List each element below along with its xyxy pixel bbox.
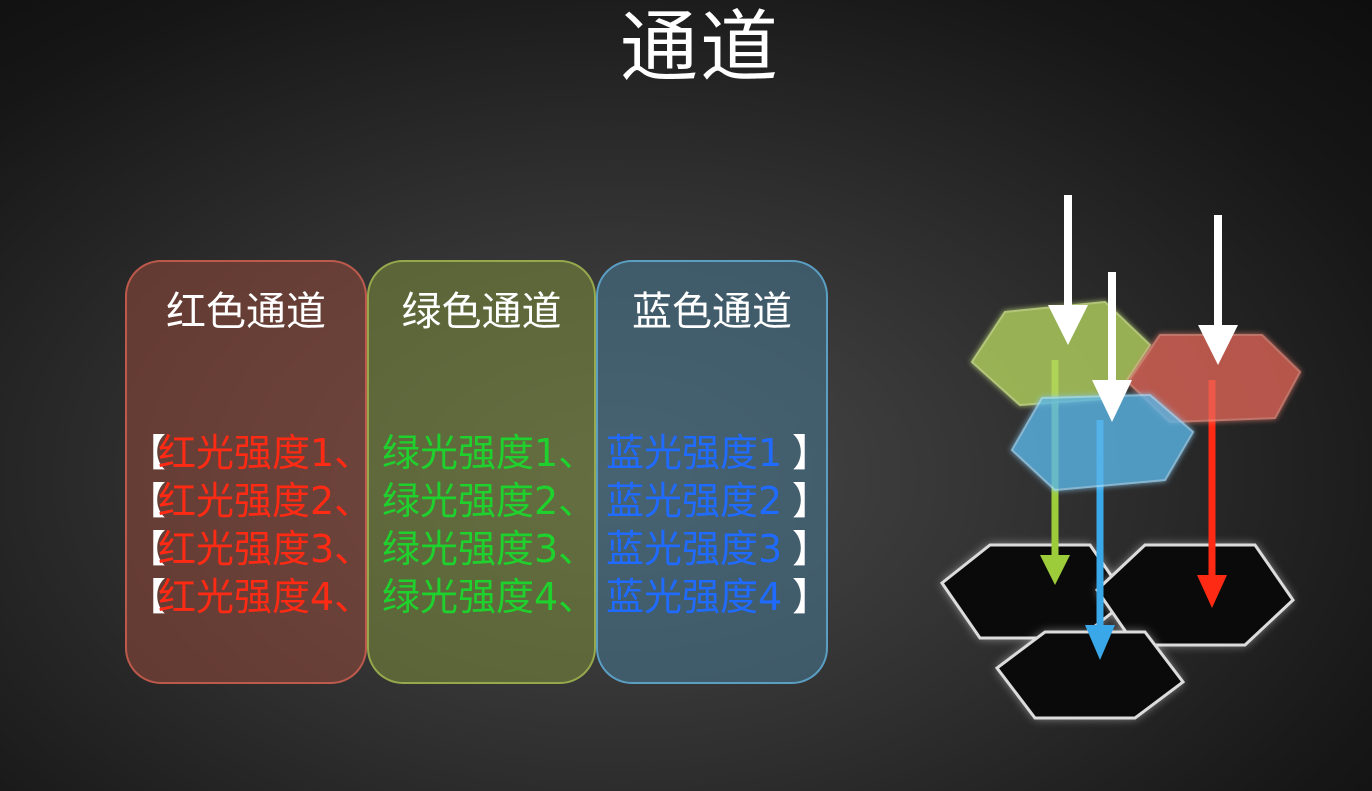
- blue-channel-title: 蓝色通道: [632, 289, 792, 335]
- red-intensity: 红光强度4、: [158, 575, 373, 619]
- red-intensity: 红光强度3、: [158, 527, 373, 571]
- page-title: 通道: [619, 3, 780, 93]
- sensor-cell: [994, 630, 1186, 720]
- close-bracket: 】: [792, 431, 831, 475]
- green-intensity: 绿光强度2、: [382, 479, 597, 523]
- blue-intensity: 蓝光强度2: [606, 479, 783, 523]
- green-intensity: 绿光强度1、: [382, 431, 597, 475]
- green-channel-title: 绿色通道: [401, 289, 562, 335]
- close-bracket: 】: [792, 575, 831, 619]
- blue-intensity: 蓝光强度3: [606, 527, 783, 571]
- green-intensity: 绿光强度4、: [382, 575, 597, 619]
- sensor-cell: [1095, 543, 1295, 647]
- red-intensity: 红光强度2、: [158, 479, 373, 523]
- blue-intensity: 蓝光强度1: [606, 431, 783, 475]
- green-intensity: 绿光强度3、: [382, 527, 597, 571]
- blue-filter: [1010, 393, 1195, 492]
- red-intensity: 红光强度1、: [158, 431, 373, 475]
- color-filter-diagram: [939, 195, 1302, 720]
- close-bracket: 】: [792, 527, 831, 571]
- blue-intensity: 蓝光强度4: [606, 575, 783, 619]
- red-channel-title: 红色通道: [166, 289, 326, 335]
- close-bracket: 】: [792, 479, 831, 523]
